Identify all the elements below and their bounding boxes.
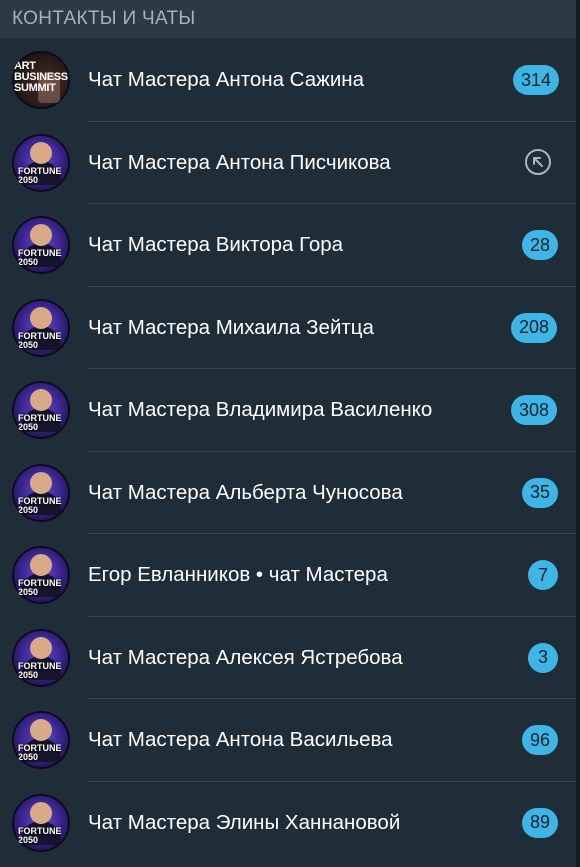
avatar-logo-text: FORTUNE 2050 — [18, 330, 62, 350]
chat-avatar: FORTUNE 2050 — [12, 793, 70, 852]
chat-row[interactable]: FORTUNE 2050 Егор Евланников • чат Масте… — [0, 534, 576, 617]
arrow-up-left-circle-icon[interactable] — [525, 148, 551, 175]
chat-avatar: FORTUNE 2050 — [12, 216, 70, 274]
chat-row[interactable]: FORTUNE 2050 Чат Мастера Антона Васильев… — [0, 699, 576, 782]
section-title: КОНТАКТЫ И ЧАТЫ — [12, 8, 196, 29]
chat-row[interactable]: FORTUNE 2050 Чат Мастера Михаила Зейтца … — [0, 287, 576, 369]
avatar-logo-text: FORTUNE 2050 — [18, 165, 62, 185]
unread-badge: 208 — [511, 312, 558, 343]
chat-title: Чат Мастера Алексея Ястребова — [88, 645, 403, 669]
chat-avatar: ART BUSINESS SUMMIT — [12, 51, 70, 109]
chat-row[interactable]: FORTUNE 2050 Чат Мастера Элины Ханнаново… — [0, 782, 576, 865]
chat-avatar: FORTUNE 2050 — [12, 133, 70, 192]
chat-title: Чат Мастера Альберта Чуносова — [88, 480, 403, 504]
chat-row[interactable]: FORTUNE 2050 Чат Мастера Антона Писчиков… — [0, 122, 576, 204]
chat-row[interactable]: FORTUNE 2050 Чат Мастера Альберта Чуносо… — [0, 452, 576, 534]
chat-avatar: FORTUNE 2050 — [12, 381, 70, 439]
unread-badge: 7 — [528, 560, 558, 590]
scrollbar-track[interactable] — [576, 0, 580, 867]
chat-row[interactable]: FORTUNE 2050 Чат Мастера Виктора Гора 28 — [0, 204, 576, 287]
avatar-logo-text: FORTUNE 2050 — [18, 495, 62, 515]
avatar-logo-text: FORTUNE 2050 — [18, 660, 62, 680]
unread-badge: 314 — [513, 65, 560, 95]
section-header: КОНТАКТЫ И ЧАТЫ — [0, 0, 576, 38]
avatar-logo-text: ART BUSINESS SUMMIT — [14, 60, 68, 94]
chat-avatar: FORTUNE 2050 — [12, 628, 70, 687]
unread-badge: 28 — [522, 230, 559, 260]
unread-badge: 3 — [528, 642, 558, 673]
chat-row[interactable]: FORTUNE 2050 Чат Мастера Алексея Ястребо… — [0, 617, 576, 699]
chat-list: ART BUSINESS SUMMIT Чат Мастера Антона С… — [0, 39, 576, 864]
unread-badge: 96 — [522, 725, 559, 755]
chat-avatar: FORTUNE 2050 — [12, 546, 70, 604]
chat-avatar: FORTUNE 2050 — [12, 463, 70, 522]
chat-avatar: FORTUNE 2050 — [12, 711, 70, 769]
chat-row[interactable]: ART BUSINESS SUMMIT Чат Мастера Антона С… — [0, 39, 576, 122]
chat-title: Чат Мастера Владимира Василенко — [88, 398, 433, 421]
avatar-logo-text: FORTUNE 2050 — [18, 578, 62, 597]
unread-badge: 35 — [522, 477, 559, 508]
unread-badge: 89 — [522, 807, 559, 838]
chat-title: Чат Мастера Элины Ханнановой — [88, 810, 401, 834]
chat-title: Чат Мастера Михаила Зейтца — [88, 315, 374, 339]
unread-badge: 308 — [511, 395, 558, 425]
chat-avatar: FORTUNE 2050 — [12, 298, 70, 357]
chat-title: Чат Мастера Антона Писчикова — [88, 150, 391, 174]
avatar-logo-text: FORTUNE 2050 — [18, 825, 62, 845]
chat-title: Чат Мастера Антона Сажина — [88, 68, 365, 91]
chat-title: Егор Евланников • чат Мастера — [88, 563, 388, 586]
chat-title: Чат Мастера Виктора Гора — [88, 233, 344, 256]
avatar-logo-text: FORTUNE 2050 — [18, 413, 62, 432]
chat-row[interactable]: FORTUNE 2050 Чат Мастера Владимира Васил… — [0, 369, 576, 452]
chat-title: Чат Мастера Антона Васильева — [88, 728, 393, 751]
avatar-logo-text: FORTUNE 2050 — [18, 743, 62, 762]
avatar-logo-text: FORTUNE 2050 — [18, 248, 62, 267]
